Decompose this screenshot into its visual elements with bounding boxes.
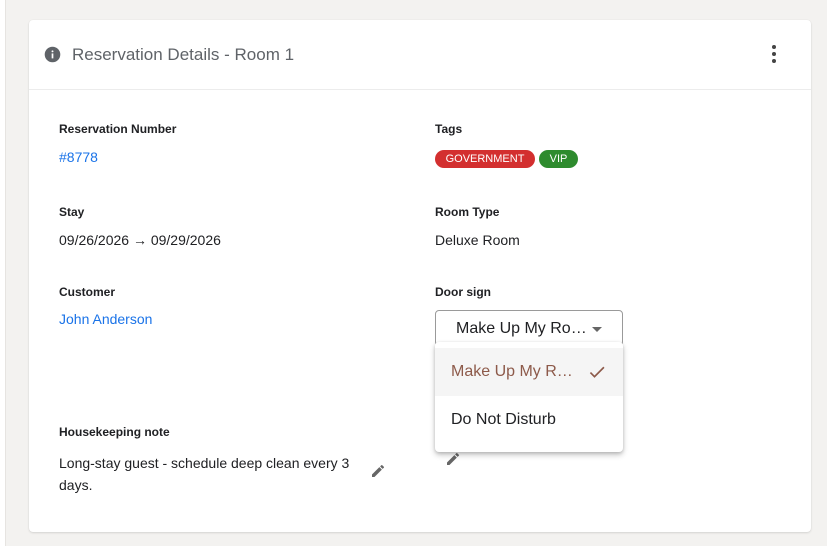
customer-link[interactable]: John Anderson — [59, 310, 152, 328]
door-sign-menu: Make Up My R… Do Not Disturb — [435, 342, 623, 452]
tag-government: GOVERNMENT — [435, 150, 535, 168]
option-label: Do Not Disturb — [451, 411, 556, 428]
housekeeping-note-label: Housekeeping note — [59, 425, 170, 439]
door-sign-label: Door sign — [435, 285, 491, 299]
door-sign-option-make-up[interactable]: Make Up My R… — [435, 348, 623, 396]
edit-pencil-icon[interactable] — [370, 463, 386, 479]
option-label: Make Up My R… — [451, 363, 573, 380]
door-sign-option-do-not-disturb[interactable]: Do Not Disturb — [435, 396, 623, 444]
card-header: Reservation Details - Room 1 — [29, 20, 811, 90]
info-circle-icon — [44, 46, 61, 63]
stay-value: 09/26/2026 → 09/29/2026 — [59, 232, 221, 248]
reservation-number-label: Reservation Number — [59, 122, 177, 136]
room-type-value: Deluxe Room — [435, 232, 520, 248]
reservation-number-link[interactable]: #8778 — [59, 148, 98, 166]
card-title: Reservation Details - Room 1 — [72, 45, 295, 64]
edit-pencil-icon[interactable] — [445, 451, 461, 467]
left-panel-edge — [0, 0, 6, 546]
door-sign-select[interactable]: Make Up My Ro… — [435, 310, 623, 346]
door-sign-selected-value: Make Up My Ro… — [456, 320, 587, 337]
stay-label: Stay — [59, 205, 85, 219]
tag-vip: VIP — [539, 150, 578, 168]
more-vert-icon[interactable] — [762, 42, 786, 66]
check-icon — [589, 366, 605, 378]
room-type-label: Room Type — [435, 205, 500, 219]
customer-label: Customer — [59, 285, 116, 299]
reservation-details-card: Reservation Details - Room 1 Reservation… — [29, 20, 811, 532]
housekeeping-note-text: Long-stay guest - schedule deep clean ev… — [59, 455, 350, 493]
caret-down-icon — [592, 327, 602, 332]
tags-label: Tags — [435, 122, 463, 136]
